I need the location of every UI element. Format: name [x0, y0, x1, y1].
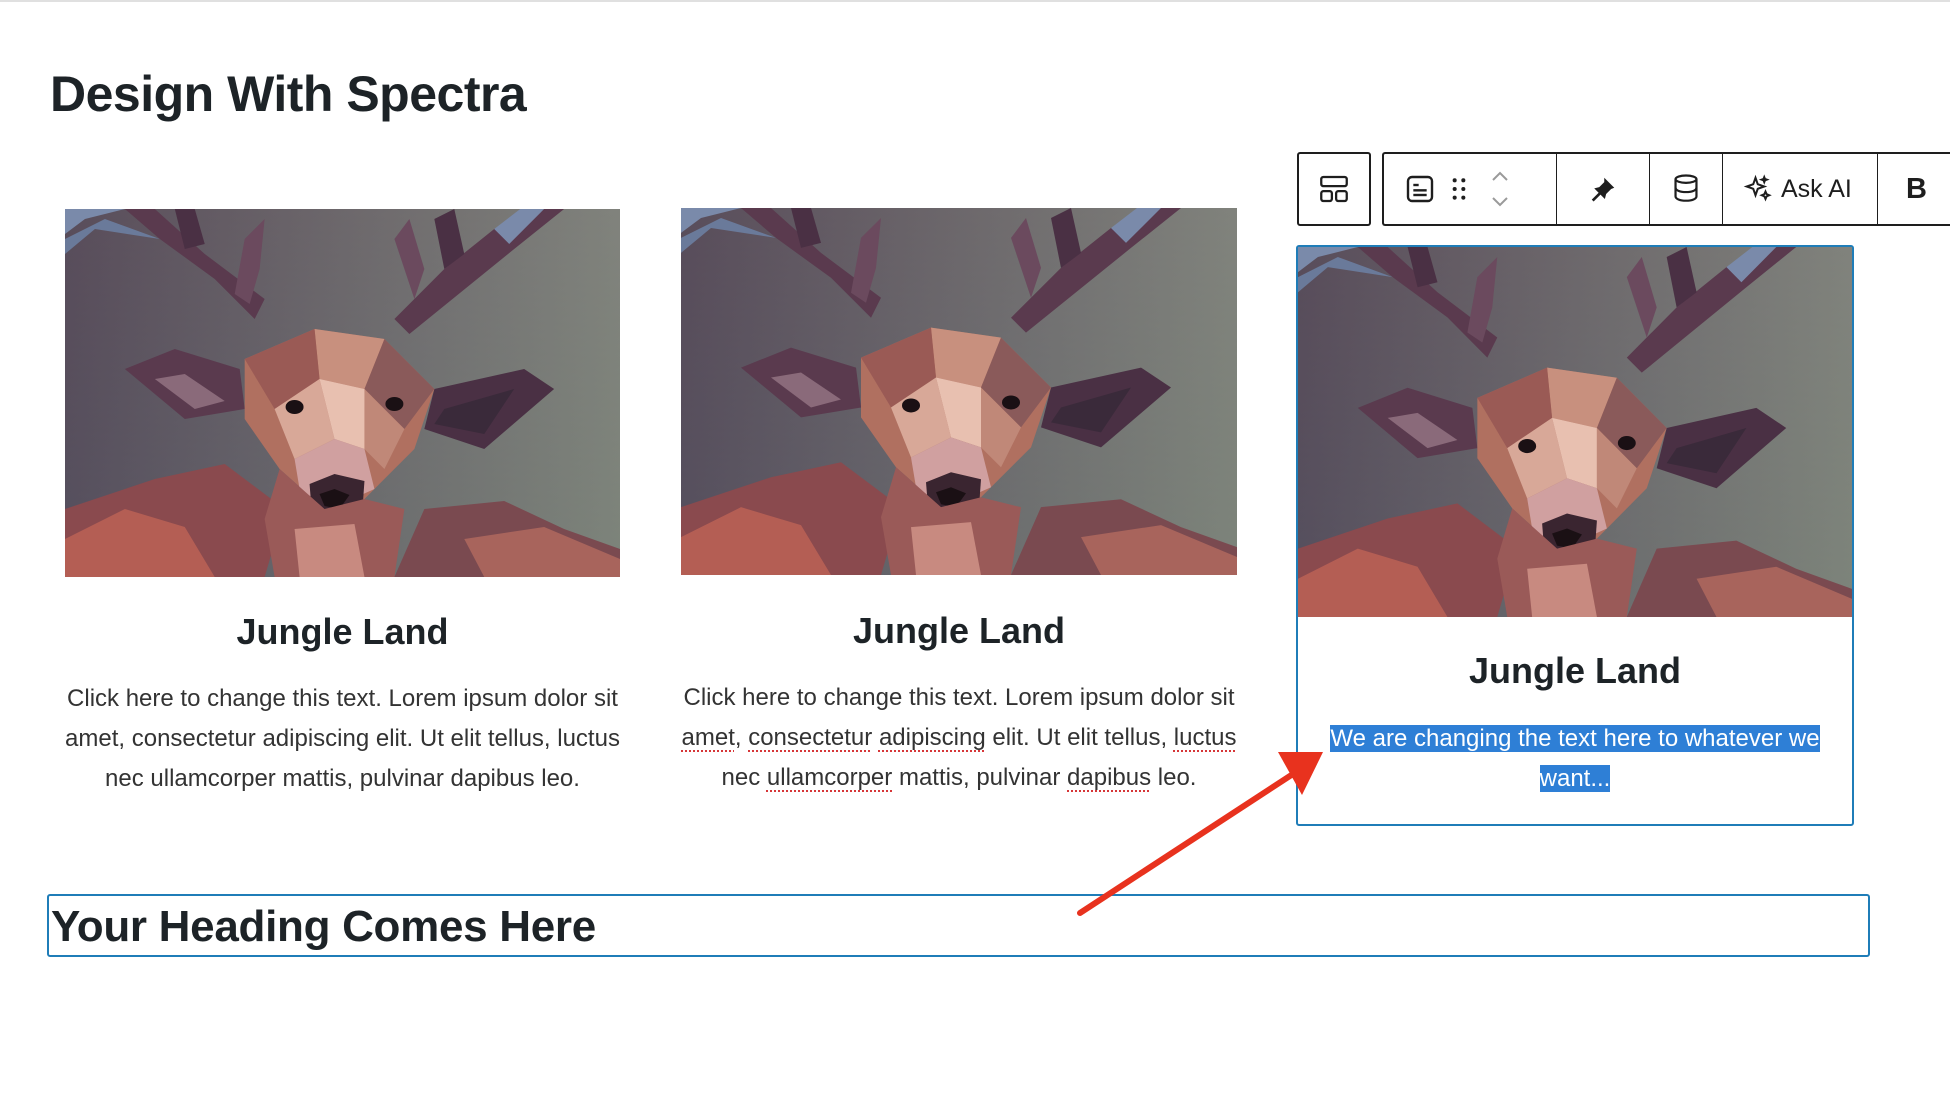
- select-parent-icon: [1320, 175, 1348, 203]
- card-title[interactable]: Jungle Land: [65, 611, 620, 653]
- bold-button[interactable]: B: [1900, 154, 1933, 224]
- database-icon: [1674, 174, 1698, 202]
- block-type-button[interactable]: [1404, 154, 1436, 224]
- format-group: B: [1878, 154, 1945, 224]
- deer-image[interactable]: [681, 208, 1237, 575]
- chevron-down-icon[interactable]: [1490, 196, 1510, 208]
- card-description[interactable]: Click here to change this text. Lorem ip…: [65, 679, 620, 799]
- card-description-text: Click here to change this text. Lorem ip…: [681, 684, 1237, 791]
- card-description-editable[interactable]: We are changing the text here to whateve…: [1318, 719, 1832, 799]
- deer-image[interactable]: [65, 209, 620, 577]
- info-box-card-2[interactable]: Jungle Land Click here to change this te…: [681, 208, 1237, 848]
- pin-icon: [1591, 177, 1615, 202]
- misspelled-word[interactable]: consectetur: [748, 724, 872, 751]
- dynamic-content-group: [1650, 154, 1723, 224]
- info-box-card-3-selected[interactable]: Jungle Land We are changing the text her…: [1296, 245, 1854, 826]
- pin-button[interactable]: [1588, 154, 1618, 224]
- misspelled-word[interactable]: ullamcorper: [767, 764, 892, 791]
- chevron-up-icon[interactable]: [1490, 170, 1510, 182]
- heading-block[interactable]: Your Heading Comes Here: [47, 894, 1870, 957]
- top-divider: [0, 0, 1950, 2]
- misspelled-word[interactable]: adipiscing: [879, 724, 986, 751]
- ask-ai-group: Ask AI: [1723, 154, 1878, 224]
- drag-handle[interactable]: [1450, 154, 1468, 224]
- ask-ai-label: Ask AI: [1781, 174, 1852, 203]
- move-controls: [1490, 170, 1510, 208]
- info-box-icon: [1406, 175, 1434, 203]
- card-title[interactable]: Jungle Land: [681, 610, 1237, 652]
- select-parent-button[interactable]: [1297, 152, 1371, 226]
- card-description[interactable]: Click here to change this text. Lorem ip…: [681, 678, 1237, 798]
- selected-text[interactable]: We are changing the text here to whateve…: [1330, 725, 1820, 792]
- block-controls-group: [1384, 154, 1557, 224]
- block-toolbar: Ask AI B: [1382, 152, 1950, 226]
- dynamic-content-button[interactable]: [1671, 154, 1701, 224]
- heading-text[interactable]: Your Heading Comes Here: [51, 902, 596, 952]
- pin-group: [1557, 154, 1650, 224]
- card-title[interactable]: Jungle Land: [1298, 650, 1852, 692]
- ask-ai-button[interactable]: Ask AI: [1743, 154, 1852, 224]
- info-box-card-1[interactable]: Jungle Land Click here to change this te…: [65, 209, 620, 849]
- deer-image[interactable]: [1298, 247, 1852, 617]
- misspelled-word[interactable]: amet: [682, 724, 735, 751]
- sparkles-icon: [1743, 174, 1772, 202]
- page-title[interactable]: Design With Spectra: [50, 62, 527, 126]
- misspelled-word[interactable]: dapibus: [1067, 764, 1151, 791]
- drag-handle-icon: [1452, 178, 1466, 200]
- misspelled-word[interactable]: luctus: [1174, 724, 1237, 751]
